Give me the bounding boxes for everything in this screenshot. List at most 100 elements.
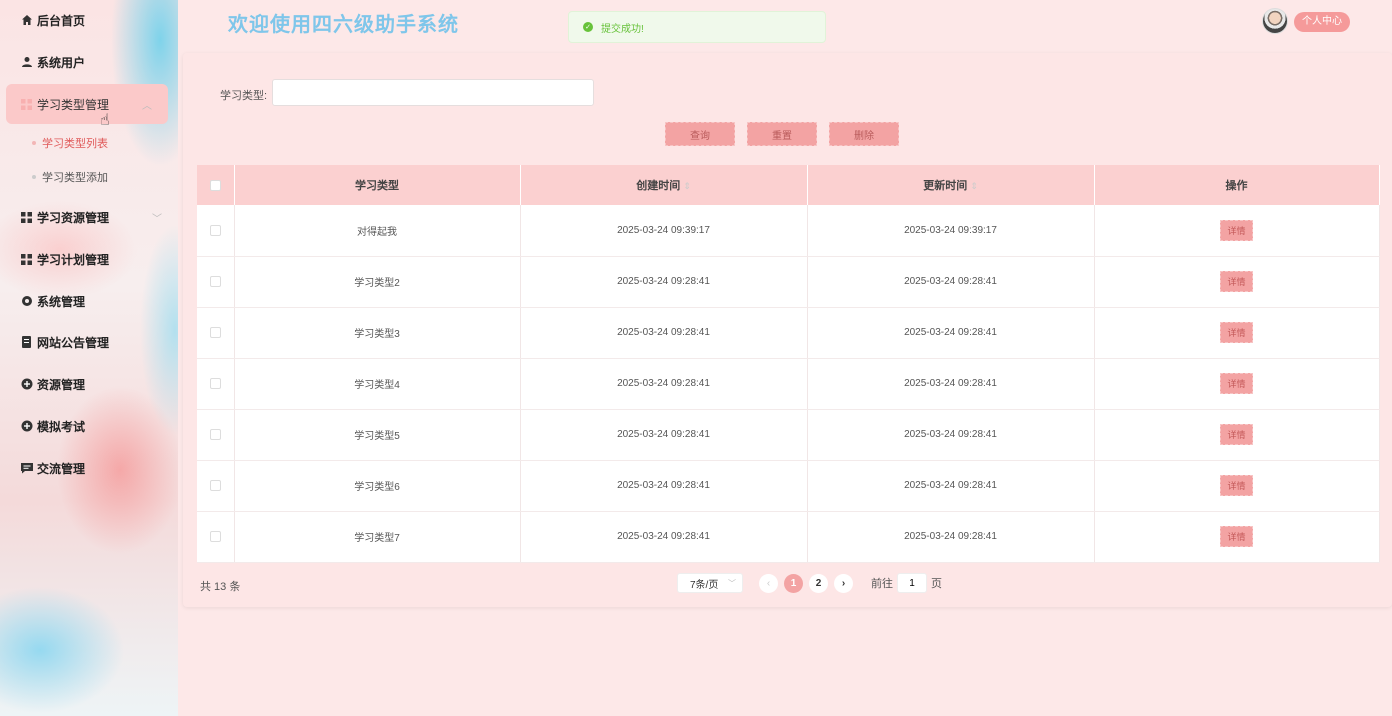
column-header-label: 学习类型 <box>355 180 399 192</box>
submenu-item-study-type-list[interactable]: 学习类型列表 <box>0 128 178 158</box>
sidebar-item-label: 交流管理 <box>37 461 86 476</box>
hand-cursor-icon: ☝ <box>100 112 110 129</box>
submenu-item-label: 学习类型列表 <box>42 138 108 150</box>
sidebar-item-label: 学习计划管理 <box>37 252 110 267</box>
actions-cell: 详情 <box>1094 511 1380 563</box>
next-page-button[interactable]: › <box>834 573 853 593</box>
row-checkbox[interactable] <box>209 275 221 287</box>
table-row: 学习类型4 2025-03-24 09:28:41 2025-03-24 09:… <box>197 358 1380 410</box>
updated-cell: 2025-03-24 09:28:41 <box>807 460 1095 512</box>
sidebar-item-system[interactable]: 系统管理 <box>0 284 178 318</box>
sidebar-item-study-plan[interactable]: 学习计划管理 <box>0 242 178 276</box>
goto-page-input[interactable] <box>897 573 927 593</box>
check-circle-icon: ✓ <box>583 22 593 32</box>
column-header-updated[interactable]: 更新时间 ⇕ <box>807 165 1095 205</box>
submenu-item-label: 学习类型添加 <box>42 172 108 184</box>
plus-circle-icon <box>20 420 33 433</box>
bullet-icon <box>32 141 36 145</box>
delete-button[interactable]: 删除 <box>829 122 899 146</box>
avatar[interactable] <box>1262 8 1288 34</box>
detail-button[interactable]: 详情 <box>1220 322 1253 343</box>
prev-page-button[interactable]: ‹ <box>759 573 778 593</box>
updated-cell: 2025-03-24 09:28:41 <box>807 358 1095 410</box>
type-cell: 学习类型6 <box>234 460 521 512</box>
grid-icon <box>20 98 33 111</box>
row-select-cell <box>197 307 235 359</box>
created-cell: 2025-03-24 09:28:41 <box>520 511 808 563</box>
column-header-type: 学习类型 <box>234 165 521 205</box>
actions-cell: 详情 <box>1094 205 1380 257</box>
sidebar-item-communication[interactable]: 交流管理 <box>0 451 178 485</box>
plus-circle-icon <box>20 378 33 391</box>
user-icon <box>20 56 33 69</box>
grid-icon <box>20 253 33 266</box>
row-checkbox[interactable] <box>209 326 221 338</box>
sidebar-item-study-resource[interactable]: 学习资源管理 ﹀ <box>0 200 178 234</box>
type-cell: 学习类型4 <box>234 358 521 410</box>
pagination: 7条/页 ﹀ ‹ 1 2 › 前往 页 <box>677 572 942 594</box>
sidebar-item-users[interactable]: 系统用户 <box>0 45 178 79</box>
page-button-2[interactable]: 2 <box>809 573 828 593</box>
row-checkbox[interactable] <box>209 530 221 542</box>
chevron-down-icon: ﹀ <box>728 578 736 588</box>
study-type-search-input[interactable] <box>272 79 594 106</box>
row-checkbox[interactable] <box>209 224 221 236</box>
sidebar-item-label: 网站公告管理 <box>37 335 110 350</box>
sidebar-item-label: 资源管理 <box>37 377 86 392</box>
detail-button[interactable]: 详情 <box>1220 424 1253 445</box>
actions-cell: 详情 <box>1094 358 1380 410</box>
query-button[interactable]: 查询 <box>665 122 735 146</box>
grid-icon <box>20 211 33 224</box>
sidebar-item-label: 学习类型管理 <box>37 97 110 112</box>
created-cell: 2025-03-24 09:28:41 <box>520 358 808 410</box>
row-select-cell <box>197 511 235 563</box>
detail-button[interactable]: 详情 <box>1220 526 1253 547</box>
sidebar-item-notice[interactable]: 网站公告管理 <box>0 325 178 359</box>
updated-cell: 2025-03-24 09:39:17 <box>807 205 1095 257</box>
sidebar-item-resource[interactable]: 资源管理 <box>0 367 178 401</box>
column-header-label: 更新时间 <box>923 180 968 192</box>
row-checkbox[interactable] <box>209 428 221 440</box>
sidebar-item-label: 系统用户 <box>37 55 86 70</box>
detail-button[interactable]: 详情 <box>1220 373 1253 394</box>
row-checkbox[interactable] <box>209 377 221 389</box>
page-button-1[interactable]: 1 <box>784 573 803 593</box>
row-select-cell <box>197 409 235 461</box>
table-row: 学习类型6 2025-03-24 09:28:41 2025-03-24 09:… <box>197 460 1380 512</box>
submenu-item-study-type-add[interactable]: 学习类型添加 <box>0 162 178 192</box>
select-all-checkbox[interactable] <box>209 179 221 191</box>
table-row: 学习类型7 2025-03-24 09:28:41 2025-03-24 09:… <box>197 511 1380 563</box>
toast-message: 提交成功! <box>601 23 644 35</box>
page-size-select[interactable]: 7条/页 ﹀ <box>677 573 743 593</box>
document-icon <box>20 336 33 349</box>
home-icon <box>20 14 33 27</box>
column-header-created[interactable]: 创建时间 ⇕ <box>520 165 808 205</box>
table-row: 学习类型2 2025-03-24 09:28:41 2025-03-24 09:… <box>197 256 1380 308</box>
sidebar-item-study-type[interactable]: 学习类型管理 ︿ <box>6 84 168 124</box>
sidebar-item-label: 模拟考试 <box>37 419 86 434</box>
chevron-down-icon: ﹀ <box>152 213 162 225</box>
column-header-label: 操作 <box>1225 180 1248 192</box>
detail-button[interactable]: 详情 <box>1220 271 1253 292</box>
created-cell: 2025-03-24 09:28:41 <box>520 409 808 461</box>
chat-icon <box>20 462 33 475</box>
row-checkbox[interactable] <box>209 479 221 491</box>
sort-icon[interactable]: ⇕ <box>683 181 691 191</box>
study-type-table: 学习类型 创建时间 ⇕ 更新时间 ⇕ 操作 对得起我 2025-03-24 09:3… <box>197 165 1380 563</box>
sidebar-item-mock-exam[interactable]: 模拟考试 <box>0 409 178 443</box>
type-cell: 学习类型3 <box>234 307 521 359</box>
row-select-cell <box>197 205 235 257</box>
detail-button[interactable]: 详情 <box>1220 219 1253 241</box>
actions-cell: 详情 <box>1094 409 1380 461</box>
sort-icon[interactable]: ⇕ <box>970 181 978 191</box>
type-cell: 对得起我 <box>234 205 521 257</box>
table-header-row: 学习类型 创建时间 ⇕ 更新时间 ⇕ 操作 <box>197 165 1380 205</box>
sidebar: 后台首页 系统用户 学习类型管理 ︿ ☝ 学习类型列表 学习类型添加 学习资源管… <box>0 0 178 716</box>
created-cell: 2025-03-24 09:28:41 <box>520 307 808 359</box>
sidebar-item-home[interactable]: 后台首页 <box>0 3 178 37</box>
actions-cell: 详情 <box>1094 307 1380 359</box>
reset-button[interactable]: 重置 <box>747 122 817 146</box>
detail-button[interactable]: 详情 <box>1220 475 1253 496</box>
search-label: 学习类型: <box>220 90 268 102</box>
user-center-button[interactable]: 个人中心 <box>1294 12 1350 32</box>
